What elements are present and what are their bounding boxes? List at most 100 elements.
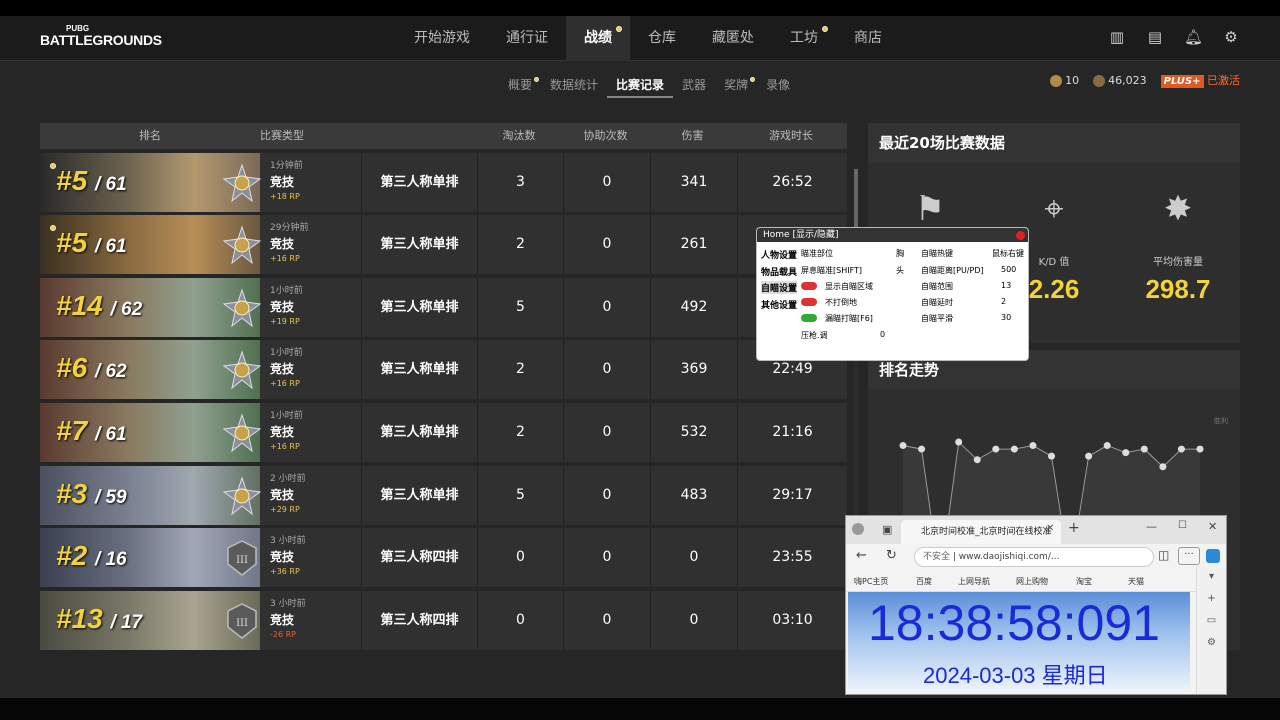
rank-value: #5 bbox=[56, 227, 88, 259]
tier-shield-icon: III bbox=[227, 540, 257, 577]
subtab-stats[interactable]: 数据统计 bbox=[541, 76, 607, 98]
overlay-menu-aim[interactable]: 自瞄设置 bbox=[761, 281, 798, 294]
overlay-aim-smooth-value[interactable]: 30 bbox=[1001, 313, 1011, 322]
maximize-icon[interactable]: ☐ bbox=[1178, 520, 1187, 531]
shop-icon[interactable]: ▥ bbox=[1108, 28, 1126, 46]
match-type: 第三人称单排 bbox=[361, 277, 477, 337]
sidebar-screen-icon[interactable]: ▭ bbox=[1197, 610, 1226, 632]
trend-point[interactable] bbox=[955, 438, 963, 446]
rank-label: #5 / 61 bbox=[56, 165, 127, 197]
trend-point[interactable] bbox=[1196, 445, 1204, 453]
trend-point[interactable] bbox=[1010, 445, 1018, 453]
match-history-table: 排名 比赛类型 淘汰数 协助次数 伤害 游戏时长 #5 / 61 1分钟前 竞技 +1… bbox=[40, 123, 847, 650]
table-row[interactable]: #5 / 61 29分钟前 竞技 +16 RP 第三人称单排 2 0 261 bbox=[40, 215, 847, 275]
nav-career[interactable]: 战绩 bbox=[566, 16, 630, 61]
match-time-ago: 3 小时前 bbox=[270, 598, 306, 609]
sidebar-settings-icon[interactable]: ⚙ bbox=[1197, 632, 1226, 654]
nav-start-game[interactable]: 开始游戏 bbox=[396, 16, 488, 61]
subtab-medals[interactable]: 奖牌 bbox=[715, 76, 757, 98]
browser-window[interactable]: ▣ 北京时间校准_北京时间在线校准 ✕ + — ☐ ✕ ← ↻ 不安全 | ww… bbox=[845, 515, 1227, 695]
trend-point[interactable] bbox=[1085, 452, 1093, 460]
table-row[interactable]: #6 / 62 1小时前 竞技 +16 RP 第三人称单排 2 0 369 22:49 bbox=[40, 340, 847, 400]
toggle-no-downed[interactable] bbox=[801, 298, 817, 306]
trend-point[interactable] bbox=[918, 445, 926, 453]
more-menu-icon[interactable]: ··· bbox=[1178, 547, 1200, 565]
tab-actions-icon[interactable]: ▣ bbox=[882, 523, 892, 536]
trend-point[interactable] bbox=[1103, 442, 1111, 450]
news-icon[interactable]: ▤ bbox=[1146, 28, 1164, 46]
overlay-aim-part-value[interactable]: 胸 bbox=[896, 248, 904, 259]
minimize-icon[interactable]: — bbox=[1146, 520, 1157, 533]
trend-point[interactable] bbox=[1140, 445, 1148, 453]
overlay-aim-range-value[interactable]: 13 bbox=[1001, 281, 1011, 290]
table-row[interactable]: #5 / 61 1分钟前 竞技 +18 RP 第三人称单排 3 0 341 26:52 bbox=[40, 152, 847, 212]
match-type: 第三人称四排 bbox=[361, 528, 477, 588]
copilot-icon[interactable] bbox=[1206, 549, 1220, 563]
toggle-show-aim-area[interactable] bbox=[801, 282, 817, 290]
fav-item[interactable]: 百度 bbox=[916, 576, 932, 587]
match-meta: 3 小时前 竞技 +36 RP bbox=[270, 533, 306, 576]
bell-icon[interactable]: 🔔︎ bbox=[1184, 28, 1203, 46]
assists-value: 0 bbox=[563, 152, 650, 212]
overlay-aim-hotkey-value[interactable]: 鼠标右键 bbox=[992, 248, 1024, 259]
rank-points-change: +18 RP bbox=[270, 191, 300, 201]
trend-point[interactable] bbox=[1122, 449, 1130, 457]
subtab-replays[interactable]: 录像 bbox=[757, 76, 799, 98]
trend-point[interactable] bbox=[973, 456, 981, 464]
overlay-aim-distance-value[interactable]: 500 bbox=[1001, 265, 1016, 274]
overlay-close-dot[interactable] bbox=[1016, 231, 1025, 240]
fav-item[interactable]: 淘宝 bbox=[1076, 576, 1092, 587]
gear-icon[interactable]: ⚙ bbox=[1222, 28, 1240, 46]
refresh-icon[interactable]: ↻ bbox=[886, 548, 897, 563]
table-row[interactable]: #14 / 62 1小时前 竞技 +19 RP 第三人称单排 5 0 492 bbox=[40, 277, 847, 337]
toggle-miss-aim[interactable] bbox=[801, 314, 817, 322]
nav-inventory[interactable]: 仓库 bbox=[630, 16, 694, 61]
fav-item[interactable]: 上网导航 bbox=[958, 576, 990, 587]
g-coin-value: 10 bbox=[1065, 73, 1080, 87]
trend-point[interactable] bbox=[899, 442, 907, 450]
plus-status[interactable]: PLUS+ 已激活 bbox=[1160, 72, 1240, 88]
duration-value: 23:55 bbox=[737, 528, 847, 588]
tab-close-icon[interactable]: ✕ bbox=[1046, 523, 1054, 534]
browser-address-bar-row: ← ↻ 不安全 | www.daojishiqi.com/... ◫ ··· bbox=[846, 544, 1226, 570]
table-row[interactable]: #2 / 16 III 3 小时前 竞技 +36 RP 第三人称四排 0 0 0 23:55 bbox=[40, 528, 847, 588]
subtab-overview[interactable]: 概要 bbox=[499, 76, 541, 98]
nav-career-label: 战绩 bbox=[584, 30, 612, 46]
new-tab-icon[interactable]: + bbox=[1068, 520, 1080, 536]
table-row[interactable]: #7 / 61 1小时前 竞技 +16 RP 第三人称单排 2 0 532 21:16 bbox=[40, 402, 847, 462]
overlay-menu-character[interactable]: 人物设置 bbox=[761, 248, 797, 261]
nav-stash[interactable]: 藏匿处 bbox=[694, 16, 772, 61]
trend-point[interactable] bbox=[1029, 442, 1037, 450]
back-icon[interactable]: ← bbox=[856, 548, 867, 563]
overlay-menu-items[interactable]: 物品载具 bbox=[761, 265, 797, 278]
profile-icon[interactable] bbox=[852, 523, 864, 535]
overlay-menu-other[interactable]: 其他设置 bbox=[761, 298, 797, 311]
nav-workshop[interactable]: 工坊 bbox=[772, 16, 836, 61]
nav-pass[interactable]: 通行证 bbox=[488, 16, 566, 61]
match-time-ago: 1分钟前 bbox=[270, 160, 303, 171]
fav-item[interactable]: 网上购物 bbox=[1016, 576, 1048, 587]
table-row[interactable]: #3 / 59 2 小时前 竞技 +29 RP 第三人称单排 5 0 483 29:17 bbox=[40, 465, 847, 525]
assists-value: 0 bbox=[563, 340, 650, 400]
split-screen-icon[interactable]: ◫ bbox=[1158, 548, 1169, 562]
trend-point[interactable] bbox=[1177, 445, 1185, 453]
trend-point[interactable] bbox=[1159, 463, 1167, 471]
fav-item[interactable]: 嗨PC主页 bbox=[854, 576, 888, 587]
subtab-match-history[interactable]: 比赛记录 bbox=[607, 76, 674, 98]
overlay-hold-breath-value[interactable]: 头 bbox=[896, 265, 904, 276]
window-close-icon[interactable]: ✕ bbox=[1208, 520, 1217, 533]
kills-value: 5 bbox=[477, 277, 563, 337]
subtab-weapons[interactable]: 武器 bbox=[673, 76, 715, 98]
sidebar-add-icon[interactable]: + bbox=[1197, 588, 1226, 610]
address-bar[interactable]: 不安全 | www.daojishiqi.com/... bbox=[914, 547, 1154, 567]
overlay-aim-delay-value[interactable]: 2 bbox=[1001, 297, 1006, 306]
cheat-overlay-panel[interactable]: Home [显示/隐藏] 人物设置 物品载具 自瞄设置 其他设置 瞄准部位 胸 … bbox=[756, 227, 1029, 361]
table-row[interactable]: #13 / 17 III 3 小时前 竞技 -26 RP 第三人称四排 0 0 0 03:10 bbox=[40, 590, 847, 650]
trend-point[interactable] bbox=[1048, 452, 1055, 460]
nav-store[interactable]: 商店 bbox=[836, 16, 900, 61]
trend-point[interactable] bbox=[992, 445, 1000, 453]
sidebar-expand-icon[interactable]: ▾ bbox=[1197, 566, 1226, 588]
browser-tab-active[interactable]: 北京时间校准_北京时间在线校准 bbox=[901, 520, 1061, 544]
fav-item[interactable]: 天猫 bbox=[1128, 576, 1144, 587]
overlay-recoil-value[interactable]: 0 bbox=[880, 330, 885, 339]
